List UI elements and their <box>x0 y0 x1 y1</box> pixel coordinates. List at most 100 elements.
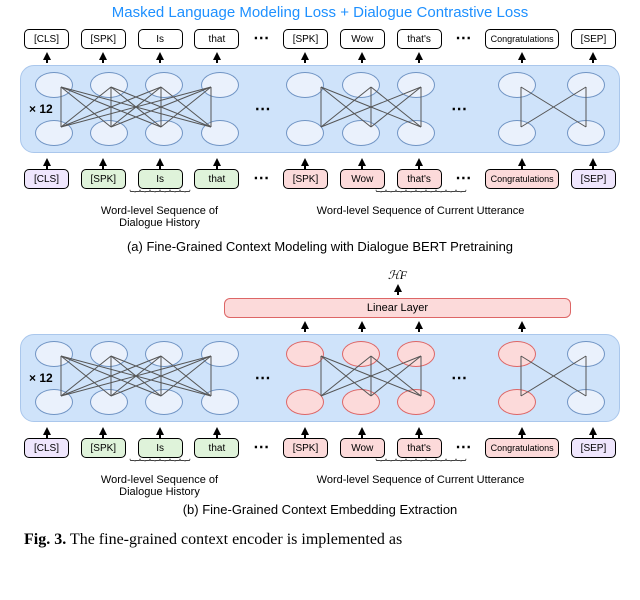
arrow-up-icon <box>415 52 423 60</box>
brace-row-b: ︸︸︸︸︸︸ Word-level Sequence of Dialogue H… <box>20 462 620 498</box>
arrows-in-a <box>20 155 620 169</box>
brace-icon: ︸︸︸︸︸︸︸︸︸ <box>281 462 561 474</box>
arrow-up-icon <box>589 427 597 435</box>
hidden-oval <box>35 72 73 98</box>
hidden-oval <box>567 120 605 146</box>
hidden-oval <box>397 120 435 146</box>
hidden-oval <box>498 120 536 146</box>
arrow-up-icon <box>518 427 526 435</box>
token-sep-out: [SEP] <box>571 29 616 49</box>
arrow-up-icon <box>43 427 51 435</box>
arrow-up-icon <box>99 158 107 166</box>
arrow-up-icon <box>358 321 366 329</box>
hidden-oval <box>90 72 128 98</box>
hidden-oval <box>145 72 183 98</box>
arrow-up-icon <box>213 52 221 60</box>
arrow-hf <box>20 284 620 298</box>
hidden-oval <box>342 72 380 98</box>
brace-icon: ︸︸︸︸︸︸ <box>80 462 240 474</box>
transformer-encoder-a: × 12 ⋯ ⋯ <box>20 65 620 153</box>
arrow-up-icon <box>518 321 526 329</box>
hidden-oval <box>567 72 605 98</box>
hidden-oval <box>201 120 239 146</box>
arrow-up-icon <box>358 52 366 60</box>
arrows-in-b <box>20 424 620 438</box>
hidden-oval <box>145 341 183 367</box>
arrow-up-icon <box>43 52 51 60</box>
arrow-up-icon <box>415 427 423 435</box>
hidden-oval <box>201 72 239 98</box>
token-is-out: Is <box>138 29 183 49</box>
hidden-oval <box>90 389 128 415</box>
token-congrats-in: Congratulations <box>485 169 559 189</box>
brace-icon: ︸︸︸︸︸︸ <box>80 193 240 205</box>
hidden-oval-pink <box>498 389 536 415</box>
hidden-oval <box>567 341 605 367</box>
token-sep-in: [SEP] <box>571 169 616 189</box>
token-wow-in: Wow <box>340 169 385 189</box>
arrow-up-icon <box>99 52 107 60</box>
figure-caption-text: The fine-grained context encoder is impl… <box>66 531 402 548</box>
dots-icon: ⋯ <box>453 438 473 458</box>
arrow-up-icon <box>213 427 221 435</box>
arrow-up-icon <box>518 52 526 60</box>
token-cls-in: [CLS] <box>24 169 69 189</box>
arrow-up-icon <box>301 52 309 60</box>
hidden-oval <box>567 389 605 415</box>
arrow-up-icon <box>301 321 309 329</box>
dots-icon: ⋯ <box>251 29 271 49</box>
token-spk-in: [SPK] <box>81 169 126 189</box>
brace-icon: ︸︸︸︸︸︸︸︸︸ <box>281 193 561 205</box>
history-label: Word-level Sequence of Dialogue History <box>80 205 240 229</box>
dots-icon: ⋯ <box>251 169 271 189</box>
hidden-oval-pink <box>286 341 324 367</box>
arrow-up-icon <box>43 158 51 166</box>
dots-icon: ⋯ <box>453 29 473 49</box>
loss-title: Masked Language Modeling Loss + Dialogue… <box>20 4 620 21</box>
hidden-oval-pink <box>397 389 435 415</box>
hidden-oval <box>286 72 324 98</box>
arrow-up-icon <box>358 158 366 166</box>
token-that-out: that <box>194 29 239 49</box>
dots-icon: ⋯ <box>253 72 273 146</box>
dots-icon: ⋯ <box>449 341 469 415</box>
token-wow-out: Wow <box>340 29 385 49</box>
hidden-oval <box>286 120 324 146</box>
hidden-oval-pink <box>342 341 380 367</box>
oval-row-b: ⋯ ⋯ <box>27 341 613 415</box>
token-cls-in: [CLS] <box>24 438 69 458</box>
hidden-oval <box>342 120 380 146</box>
hidden-oval <box>201 341 239 367</box>
hidden-oval <box>145 389 183 415</box>
input-token-row-a: [CLS] [SPK] Is that ⋯ [SPK] Wow that's ⋯… <box>20 169 620 189</box>
arrow-up-icon <box>156 427 164 435</box>
output-token-row-a: [CLS] [SPK] Is that ⋯ [SPK] Wow that's ⋯… <box>20 29 620 49</box>
arrow-up-icon <box>358 427 366 435</box>
linear-layer: Linear Layer <box>224 298 571 318</box>
hidden-oval <box>145 120 183 146</box>
caption-a: (a) Fine-Grained Context Modeling with D… <box>20 239 620 254</box>
token-congrats-in: Congratulations <box>485 438 559 458</box>
arrow-up-icon <box>415 321 423 329</box>
token-spk-out: [SPK] <box>81 29 126 49</box>
hidden-oval <box>201 389 239 415</box>
arrow-up-icon <box>156 52 164 60</box>
hidden-oval <box>498 72 536 98</box>
token-sep-in: [SEP] <box>571 438 616 458</box>
brace-row-a: ︸︸︸︸︸︸ Word-level Sequence of Dialogue H… <box>20 193 620 229</box>
caption-b: (b) Fine-Grained Context Embedding Extra… <box>20 502 620 517</box>
token-spk2-in: [SPK] <box>283 169 328 189</box>
arrow-up-icon <box>589 158 597 166</box>
dots-icon: ⋯ <box>453 169 473 189</box>
x12-label: × 12 <box>29 102 53 116</box>
hidden-oval-pink <box>397 341 435 367</box>
hidden-oval <box>90 341 128 367</box>
token-thats-in: that's <box>397 169 442 189</box>
hidden-oval <box>35 341 73 367</box>
input-token-row-b: [CLS] [SPK] Is that ⋯ [SPK] Wow that's ⋯… <box>20 438 620 458</box>
current-label: Word-level Sequence of Current Utterance <box>317 205 525 217</box>
token-congrats-out: Congratulations <box>485 29 559 49</box>
hidden-oval-pink <box>498 341 536 367</box>
arrow-up-icon <box>394 284 402 292</box>
oval-row-top: ⋯ ⋯ <box>27 72 613 146</box>
